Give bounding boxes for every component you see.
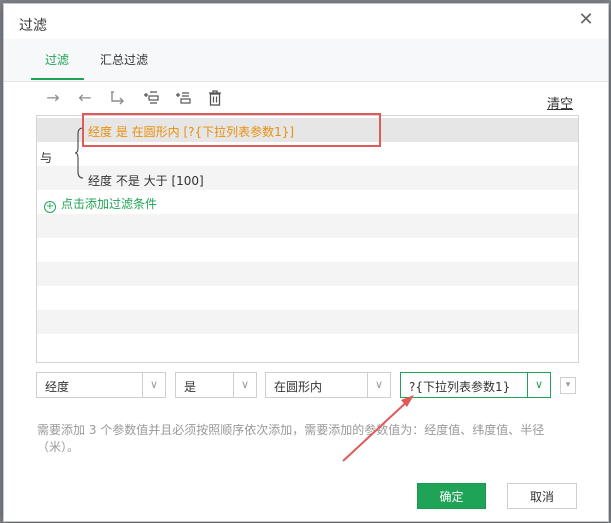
chevron-down-icon[interactable]: ∨ <box>527 373 550 397</box>
plus-circle-icon: + <box>44 201 56 213</box>
table-row <box>37 262 578 286</box>
arrow-right-icon[interactable]: → <box>42 88 64 108</box>
filter-dialog: 过滤 ✕ 过滤 汇总过滤 → ← 清空 经度 是 在圆形内 [?{下拉列表参数1… <box>3 3 609 522</box>
filter-condition-panel: 经度 是 在圆形内 [?{下拉列表参数1}] 经度 不是 大于 [100] + 点… <box>36 115 579 363</box>
dialog-title: 过滤 <box>19 18 47 34</box>
add-group-icon[interactable] <box>172 88 194 108</box>
ok-button[interactable]: 确定 <box>417 483 486 509</box>
field-select[interactable]: 经度 ∨ <box>36 372 166 398</box>
condition-row-2[interactable]: 经度 不是 大于 [100] <box>37 166 578 190</box>
table-row <box>37 286 578 310</box>
logic-and-label[interactable]: 与 <box>40 149 52 166</box>
table-row <box>37 334 578 358</box>
add-condition-label: 点击添加过滤条件 <box>61 197 158 211</box>
cancel-button[interactable]: 取消 <box>507 483 577 509</box>
tab-bar: 过滤 汇总过滤 <box>4 39 608 82</box>
tab-filter[interactable]: 过滤 <box>45 51 69 68</box>
operator-select[interactable]: 是 ∨ <box>175 372 257 398</box>
condition-text: 经度 不是 大于 [100] <box>88 174 204 188</box>
close-icon[interactable]: ✕ <box>578 11 594 29</box>
clear-link[interactable]: 清空 <box>547 93 573 112</box>
chevron-down-icon: ∨ <box>142 373 165 397</box>
delete-icon[interactable] <box>204 88 226 108</box>
chevron-down-icon: ∨ <box>233 373 256 397</box>
arrow-left-icon[interactable]: ← <box>74 88 96 108</box>
chevron-down-icon: ∨ <box>367 373 390 397</box>
value-input-text: ?{下拉列表参数1} <box>409 380 511 394</box>
return-arrow-icon[interactable] <box>106 88 128 108</box>
table-row <box>37 310 578 334</box>
options-dropdown-icon[interactable]: ▾ <box>560 377 576 394</box>
value-input[interactable]: ?{下拉列表参数1} ∨ <box>400 372 551 398</box>
function-select-value: 在圆形内 <box>274 380 323 394</box>
tab-summary-filter[interactable]: 汇总过滤 <box>100 51 148 68</box>
field-select-value: 经度 <box>45 380 70 394</box>
table-row <box>37 238 578 262</box>
add-condition-row: + 点击添加过滤条件 <box>37 190 578 214</box>
add-condition-link[interactable]: + 点击添加过滤条件 <box>44 195 157 213</box>
parameter-hint: 需要添加 3 个参数值并且必须按照顺序依次添加，需要添加的参数值为：经度值、纬度… <box>37 423 545 454</box>
table-row <box>37 214 578 238</box>
highlight-annotation-box <box>82 113 381 147</box>
active-tab-indicator <box>31 78 84 80</box>
operator-select-value: 是 <box>184 380 197 394</box>
add-condition-icon[interactable] <box>140 88 162 108</box>
function-select[interactable]: 在圆形内 ∨ <box>265 372 391 398</box>
